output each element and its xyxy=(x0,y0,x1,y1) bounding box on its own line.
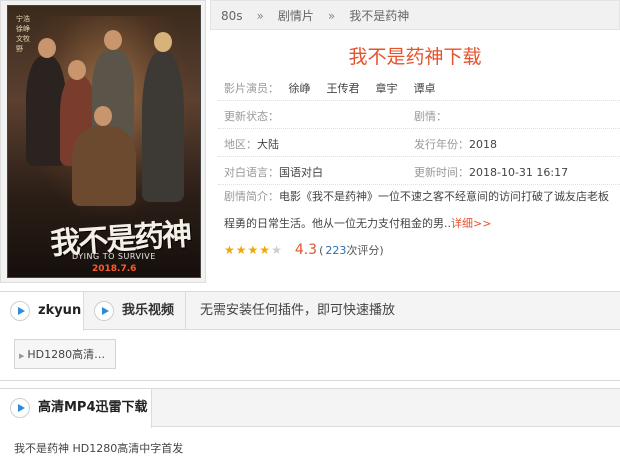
breadcrumb: 80s » 剧情片 » 我不是药神 xyxy=(210,0,620,30)
star-icon[interactable]: ★ xyxy=(224,243,236,257)
poster-face xyxy=(94,106,112,126)
poster-face xyxy=(38,38,56,58)
breadcrumb-category[interactable]: 剧情片 xyxy=(278,9,314,23)
episode-link[interactable]: ▶ HD1280高清… xyxy=(14,339,116,369)
tab-wole[interactable]: 我乐视频 xyxy=(84,292,186,330)
genre-field: 剧情： xyxy=(414,108,447,124)
region-value: 大陆 xyxy=(257,138,279,151)
breadcrumb-separator: » xyxy=(256,9,264,23)
synopsis-text: 电影《我不是药神》一位不速之客不经意间的访问打破了诚友店老板程勇的日常生活。他从… xyxy=(224,190,609,230)
votes-suffix: 次评分) xyxy=(346,244,384,257)
star-icon[interactable]: ★ xyxy=(259,243,271,257)
poster-face xyxy=(154,32,172,52)
actor-link[interactable]: 谭卓 xyxy=(414,82,436,95)
poster-face xyxy=(68,60,86,80)
year-label: 发行年份： xyxy=(414,138,469,151)
poster-release-date: 2018.7.6 xyxy=(92,264,137,274)
poster-figure xyxy=(142,52,184,202)
language-value: 国语对白 xyxy=(279,166,323,179)
star-icon[interactable]: ★ xyxy=(248,243,260,257)
actor-link[interactable]: 徐峥 xyxy=(289,82,311,95)
player-section: zkyun 我乐视频 无需安装任何插件，即可快速播放 ▶ HD1280高清… xyxy=(0,291,620,381)
year-field: 发行年份：2018 xyxy=(414,136,497,152)
star-icon[interactable]: ★ xyxy=(271,243,283,257)
play-icon xyxy=(10,301,30,321)
divider xyxy=(218,100,620,101)
movie-header: 宁浩 徐峥 文牧野 我不是药神 DYING TO SURVIVE 2018.7.… xyxy=(0,0,620,286)
movie-info: 80s » 剧情片 » 我不是药神 我不是药神下载 影片演员： 徐峥 王传君 章宇 谭卓 更新… xyxy=(210,0,620,286)
tab-label: 高清MP4迅雷下载 xyxy=(38,400,148,415)
actor-link[interactable]: 王传君 xyxy=(327,82,360,95)
updated-field: 更新时间：2018-10-31 16:17 xyxy=(414,164,568,180)
tab-label: zkyun xyxy=(38,303,82,318)
actors-label: 影片演员： xyxy=(224,82,279,95)
synopsis-label: 剧情简介： xyxy=(224,190,279,203)
download-tabbar: 高清MP4迅雷下载 xyxy=(0,389,620,428)
triangle-right-icon: ▶ xyxy=(19,352,25,360)
tab-zkyun[interactable]: zkyun xyxy=(0,292,84,331)
play-icon xyxy=(10,398,30,418)
synopsis-more-link[interactable]: 详细>> xyxy=(451,217,491,230)
download-item[interactable]: 我不是药神 HD1280高清中字首发 xyxy=(14,440,183,456)
breadcrumb-home[interactable]: 80s xyxy=(221,9,243,23)
status-row: 更新状态： 剧情： xyxy=(224,108,447,124)
breadcrumb-current: 我不是药神 xyxy=(349,9,410,23)
language-label: 对白语言： xyxy=(224,166,279,179)
actors-row: 影片演员： 徐峥 王传君 章宇 谭卓 xyxy=(224,80,452,96)
tab-mp4-download[interactable]: 高清MP4迅雷下载 xyxy=(0,389,152,428)
player-tabbar: zkyun 我乐视频 无需安装任何插件，即可快速播放 xyxy=(0,292,620,331)
poster-english-title: DYING TO SURVIVE xyxy=(72,252,156,261)
language-row: 对白语言：国语对白 更新时间：2018-10-31 16:17 xyxy=(224,164,568,180)
rating-votes: 223次评分) xyxy=(325,242,383,258)
synopsis: 剧情简介：电影《我不是药神》一位不速之客不经意间的访问打破了诚友店老板程勇的日常… xyxy=(224,183,616,237)
poster-credits: 宁浩 徐峥 文牧野 xyxy=(16,15,30,53)
rating: ★★★★★ 4.3 ( 223次评分) xyxy=(224,240,384,260)
region-row: 地区：大陆 发行年份：2018 xyxy=(224,136,497,152)
play-icon xyxy=(94,301,114,321)
breadcrumb-separator: » xyxy=(327,9,336,23)
votes-count: 223 xyxy=(325,244,347,257)
year-value: 2018 xyxy=(469,138,497,151)
divider xyxy=(218,128,620,129)
movie-poster[interactable]: 宁浩 徐峥 文牧野 我不是药神 DYING TO SURVIVE 2018.7.… xyxy=(7,5,201,278)
download-section: 高清MP4迅雷下载 我不是药神 HD1280高清中字首发 xyxy=(0,388,620,473)
region-label: 地区： xyxy=(224,138,257,151)
poster-figure xyxy=(72,126,136,206)
divider xyxy=(218,156,620,157)
update-status-label: 更新状态： xyxy=(224,110,279,123)
poster-face xyxy=(104,30,122,50)
genre-label: 剧情： xyxy=(414,110,447,123)
star-icon[interactable]: ★ xyxy=(236,243,248,257)
page-title: 我不是药神下载 xyxy=(348,46,482,68)
rating-score: 4.3 xyxy=(294,242,318,258)
episode-label: HD1280高清… xyxy=(27,348,106,361)
updated-label: 更新时间： xyxy=(414,166,469,179)
rating-stars[interactable]: ★★★★★ xyxy=(224,243,283,257)
poster-frame: 宁浩 徐峥 文牧野 我不是药神 DYING TO SURVIVE 2018.7.… xyxy=(0,0,206,283)
tab-label: 我乐视频 xyxy=(122,303,175,318)
votes-prefix: ( xyxy=(319,243,324,257)
updated-value: 2018-10-31 16:17 xyxy=(469,166,569,179)
actor-link[interactable]: 章宇 xyxy=(376,82,398,95)
player-note: 无需安装任何插件，即可快速播放 xyxy=(200,303,396,318)
